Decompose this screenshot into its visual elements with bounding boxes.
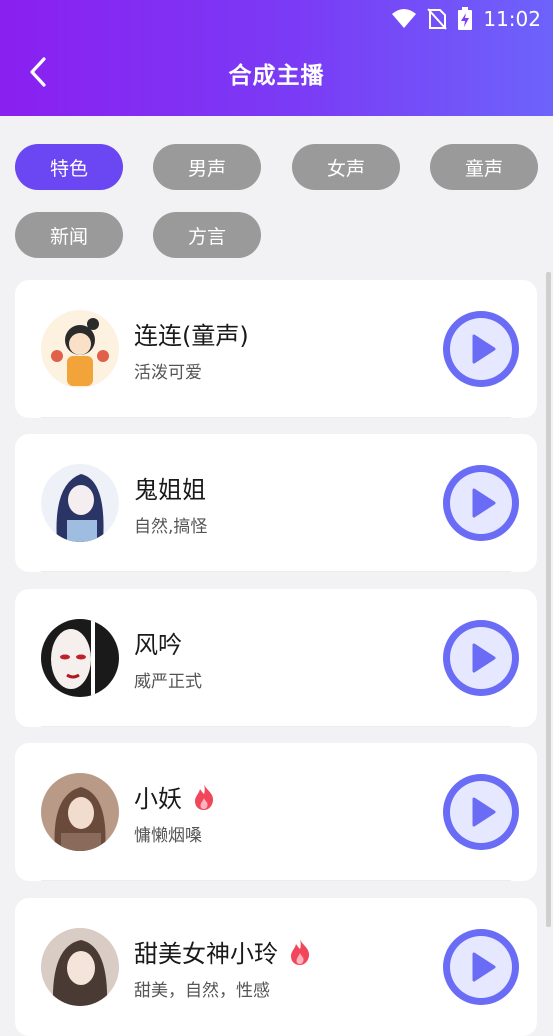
status-icons: 11:02 bbox=[391, 6, 541, 32]
anchor-card[interactable]: 甜美女神小玲 甜美，自然，性感 bbox=[15, 898, 537, 1036]
name-row: 连连(童声) bbox=[134, 316, 249, 351]
name-row: 风吟 bbox=[134, 625, 182, 660]
filter-chip-child[interactable]: 童声 bbox=[430, 144, 538, 190]
filter-chip-male[interactable]: 男声 bbox=[153, 144, 261, 190]
title-bar: 合成主播 bbox=[0, 38, 553, 108]
scrollbar[interactable] bbox=[546, 272, 551, 927]
name-row: 鬼姐姐 bbox=[134, 470, 206, 505]
play-button[interactable] bbox=[441, 309, 521, 389]
anchor-description: 活泼可爱 bbox=[134, 363, 202, 383]
anchor-name: 连连(童声) bbox=[134, 322, 249, 350]
hot-flame-icon bbox=[195, 783, 214, 810]
anchor-description: 威严正式 bbox=[134, 672, 202, 692]
page-title: 合成主播 bbox=[228, 63, 325, 89]
anchor-description: 甜美，自然，性感 bbox=[134, 981, 270, 1001]
app-header: 11:02 合成主播 bbox=[0, 0, 553, 116]
filter-chip-featured[interactable]: 特色 bbox=[15, 144, 123, 190]
avatar bbox=[41, 310, 119, 388]
divider bbox=[41, 880, 511, 881]
filter-chip-female[interactable]: 女声 bbox=[292, 144, 400, 190]
avatar bbox=[41, 464, 119, 542]
divider bbox=[41, 726, 511, 727]
anchor-name: 风吟 bbox=[134, 631, 182, 659]
anchor-card[interactable]: 风吟 威严正式 bbox=[15, 589, 537, 727]
status-bar: 11:02 bbox=[0, 0, 553, 38]
divider bbox=[41, 417, 511, 418]
anchor-name: 鬼姐姐 bbox=[134, 476, 206, 504]
anchor-description: 慵懒烟嗓 bbox=[134, 826, 202, 846]
play-button[interactable] bbox=[441, 618, 521, 698]
battery-charging-icon bbox=[458, 7, 473, 30]
name-row: 甜美女神小玲 bbox=[134, 934, 312, 969]
name-row: 小妖 bbox=[134, 779, 216, 814]
anchor-card[interactable]: 鬼姐姐 自然,搞怪 bbox=[15, 434, 537, 572]
filter-chip-dialect[interactable]: 方言 bbox=[153, 212, 261, 258]
anchor-description: 自然,搞怪 bbox=[134, 517, 208, 537]
play-button[interactable] bbox=[441, 463, 521, 543]
avatar bbox=[41, 773, 119, 851]
play-button[interactable] bbox=[441, 927, 521, 1007]
play-button[interactable] bbox=[441, 772, 521, 852]
avatar bbox=[41, 928, 119, 1006]
wifi-icon bbox=[392, 9, 417, 28]
anchor-name: 甜美女神小玲 bbox=[134, 940, 278, 968]
hot-flame-icon bbox=[291, 938, 310, 965]
no-sim-icon bbox=[427, 8, 448, 30]
status-time: 11:02 bbox=[483, 7, 541, 31]
divider bbox=[41, 571, 511, 572]
anchor-card[interactable]: 小妖 慵懒烟嗓 bbox=[15, 743, 537, 881]
filter-chip-news[interactable]: 新闻 bbox=[15, 212, 123, 258]
anchor-card[interactable]: 连连(童声) 活泼可爱 bbox=[15, 280, 537, 418]
anchor-name: 小妖 bbox=[134, 785, 182, 813]
avatar bbox=[41, 619, 119, 697]
